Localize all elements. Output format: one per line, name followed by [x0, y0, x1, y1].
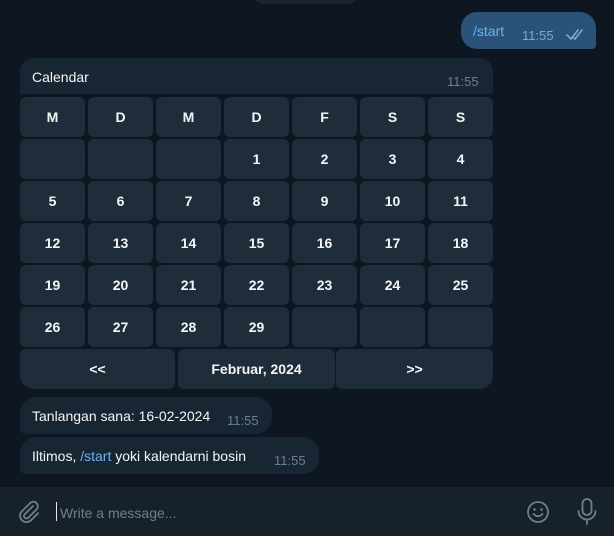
- instruction-message: Iltimos, /start yoki kalendarni bosin 11…: [20, 437, 319, 474]
- selected-date-message: Tanlangan sana: 16-02-2024 11:55: [20, 397, 272, 434]
- calendar-message-text: Calendar: [32, 69, 89, 85]
- calendar-day-button[interactable]: 2: [292, 139, 357, 179]
- chat-scrollbar[interactable]: [608, 0, 612, 486]
- calendar-day-button[interactable]: 3: [360, 139, 425, 179]
- selected-date-message-text: Tanlangan sana: 16-02-2024: [32, 408, 211, 424]
- calendar-day-button[interactable]: 12: [20, 223, 85, 263]
- calendar-day-button[interactable]: 19: [20, 265, 85, 305]
- calendar-day-button[interactable]: 25: [428, 265, 493, 305]
- outgoing-message-time: 11:55: [522, 28, 554, 43]
- double-check-icon: [566, 29, 583, 41]
- previous-message-stub: [255, 0, 357, 4]
- calendar-day-button[interactable]: 7: [156, 181, 221, 221]
- paperclip-icon[interactable]: [16, 499, 42, 525]
- calendar-day-button[interactable]: 6: [88, 181, 153, 221]
- instruction-message-text: Iltimos, /start yoki kalendarni bosin: [32, 448, 246, 464]
- text-cursor: [56, 502, 57, 521]
- calendar-day-empty[interactable]: [360, 307, 425, 347]
- weekday-button[interactable]: S: [360, 97, 425, 137]
- calendar-day-button[interactable]: 4: [428, 139, 493, 179]
- calendar-day-button[interactable]: 14: [156, 223, 221, 263]
- calendar-day-button[interactable]: 16: [292, 223, 357, 263]
- calendar-day-button[interactable]: 28: [156, 307, 221, 347]
- selected-date-message-time: 11:55: [227, 413, 259, 428]
- weekday-button[interactable]: D: [88, 97, 153, 137]
- calendar-day-button[interactable]: 27: [88, 307, 153, 347]
- calendar-day-empty[interactable]: [428, 307, 493, 347]
- calendar-day-button[interactable]: 26: [20, 307, 85, 347]
- next-month-button[interactable]: >>: [336, 349, 493, 389]
- calendar-day-button[interactable]: 18: [428, 223, 493, 263]
- prev-month-button[interactable]: <<: [20, 349, 175, 389]
- weekday-button[interactable]: M: [156, 97, 221, 137]
- calendar-day-button[interactable]: 11: [428, 181, 493, 221]
- weekday-button[interactable]: D: [224, 97, 289, 137]
- calendar-day-button[interactable]: 21: [156, 265, 221, 305]
- calendar-day-button[interactable]: 23: [292, 265, 357, 305]
- calendar-message-time: 11:55: [447, 74, 479, 89]
- weekday-button[interactable]: M: [20, 97, 85, 137]
- calendar-day-button[interactable]: 5: [20, 181, 85, 221]
- calendar-week-row: 26 27 28 29: [20, 307, 493, 347]
- calendar-week-row: 5 6 7 8 9 10 11: [20, 181, 493, 221]
- chat-area: /start 11:55 Calendar 11:55 M D M D F S …: [0, 0, 614, 486]
- calendar-day-button[interactable]: 8: [224, 181, 289, 221]
- calendar-day-button[interactable]: 1: [224, 139, 289, 179]
- calendar-day-button[interactable]: 13: [88, 223, 153, 263]
- calendar-day-empty[interactable]: [156, 139, 221, 179]
- outgoing-message-text[interactable]: /start: [473, 23, 504, 39]
- calendar-day-button[interactable]: 24: [360, 265, 425, 305]
- calendar-day-empty[interactable]: [20, 139, 85, 179]
- calendar-week-row: 19 20 21 22 23 24 25: [20, 265, 493, 305]
- smiley-icon[interactable]: [525, 499, 551, 525]
- calendar-day-button[interactable]: 9: [292, 181, 357, 221]
- calendar-day-button[interactable]: 10: [360, 181, 425, 221]
- weekday-header-row: M D M D F S S: [20, 97, 493, 137]
- calendar-week-row: 1 2 3 4: [20, 139, 493, 179]
- calendar-day-button[interactable]: 22: [224, 265, 289, 305]
- weekday-button[interactable]: S: [428, 97, 493, 137]
- current-month-button[interactable]: Februar, 2024: [178, 349, 335, 389]
- instruction-message-time: 11:55: [274, 453, 306, 468]
- microphone-icon[interactable]: [575, 497, 599, 527]
- calendar-day-empty[interactable]: [292, 307, 357, 347]
- outgoing-message[interactable]: /start 11:55: [461, 12, 596, 49]
- calendar-day-button[interactable]: 20: [88, 265, 153, 305]
- calendar-day-button[interactable]: 17: [360, 223, 425, 263]
- calendar-day-button[interactable]: 29: [224, 307, 289, 347]
- message-composer: [0, 486, 614, 536]
- calendar-day-button[interactable]: 15: [224, 223, 289, 263]
- calendar-nav-row: << Februar, 2024 >>: [20, 349, 493, 389]
- calendar-message: Calendar 11:55: [20, 58, 493, 94]
- message-input[interactable]: [58, 499, 502, 527]
- start-command-link[interactable]: /start: [80, 448, 111, 464]
- weekday-button[interactable]: F: [292, 97, 357, 137]
- calendar-week-row: 12 13 14 15 16 17 18: [20, 223, 493, 263]
- instruction-text-after: yoki kalendarni bosin: [111, 448, 246, 464]
- calendar-day-empty[interactable]: [88, 139, 153, 179]
- instruction-text-before: Iltimos,: [32, 448, 81, 464]
